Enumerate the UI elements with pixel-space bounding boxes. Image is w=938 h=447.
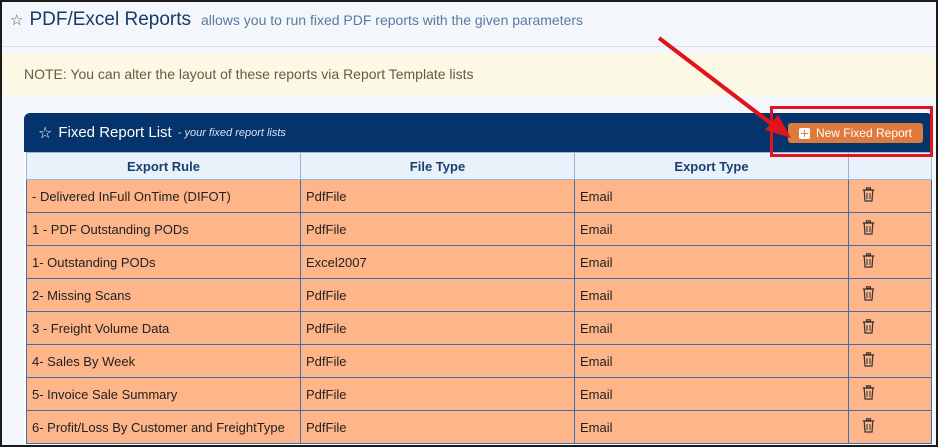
table-row[interactable]: 2- Missing Scans PdfFile Email bbox=[26, 278, 932, 312]
cell-export-rule: 3 - Freight Volume Data bbox=[26, 311, 301, 345]
cell-file-type: PdfFile bbox=[300, 212, 575, 246]
column-header-export-rule[interactable]: Export Rule bbox=[26, 152, 301, 180]
table-row[interactable]: 3 - Freight Volume Data PdfFile Email bbox=[26, 311, 932, 345]
column-header-file-type[interactable]: File Type bbox=[300, 152, 575, 180]
cell-file-type: PdfFile bbox=[300, 344, 575, 378]
table-row[interactable]: 1- Outstanding PODs Excel2007 Email bbox=[26, 245, 932, 279]
trash-icon[interactable] bbox=[862, 385, 875, 403]
cell-file-type: Excel2007 bbox=[300, 245, 575, 279]
page-title: PDF/Excel Reports bbox=[29, 9, 191, 30]
cell-export-type: Email bbox=[574, 212, 849, 246]
table-row[interactable]: - Delivered InFull OnTime (DIFOT) PdfFile… bbox=[26, 179, 932, 213]
page-frame: ☆ PDF/Excel Reports allows you to run fi… bbox=[0, 0, 938, 447]
cell-export-type: Email bbox=[574, 377, 849, 411]
cell-export-rule: 1 - PDF Outstanding PODs bbox=[26, 212, 301, 246]
fixed-report-panel: ☆ Fixed Report List - your fixed report … bbox=[24, 113, 933, 445]
cell-export-rule: 4- Sales By Week bbox=[26, 344, 301, 378]
report-table: Export Rule File Type Export Type - Deli… bbox=[26, 152, 932, 444]
favorite-star-icon[interactable]: ☆ bbox=[10, 11, 23, 29]
cell-file-type: PdfFile bbox=[300, 311, 575, 345]
header-divider bbox=[2, 46, 936, 47]
cell-export-rule: 2- Missing Scans bbox=[26, 278, 301, 312]
cell-actions bbox=[848, 311, 932, 345]
cell-actions bbox=[848, 377, 932, 411]
trash-icon[interactable] bbox=[862, 319, 875, 337]
table-row[interactable]: 5- Invoice Sale Summary PdfFile Email bbox=[26, 377, 932, 411]
trash-icon[interactable] bbox=[862, 187, 875, 205]
cell-export-rule: 5- Invoice Sale Summary bbox=[26, 377, 301, 411]
cell-export-rule: 6- Profit/Loss By Customer and FreightTy… bbox=[26, 410, 301, 444]
cell-export-type: Email bbox=[574, 344, 849, 378]
cell-file-type: PdfFile bbox=[300, 377, 575, 411]
cell-actions bbox=[848, 179, 932, 213]
table-row[interactable]: 1 - PDF Outstanding PODs PdfFile Email bbox=[26, 212, 932, 246]
trash-icon[interactable] bbox=[862, 253, 875, 271]
cell-file-type: PdfFile bbox=[300, 410, 575, 444]
page-header: ☆ PDF/Excel Reports allows you to run fi… bbox=[10, 6, 583, 34]
trash-icon[interactable] bbox=[862, 352, 875, 370]
trash-icon[interactable] bbox=[862, 418, 875, 436]
panel-subtitle: - your fixed report lists bbox=[177, 126, 286, 139]
cell-export-type: Email bbox=[574, 311, 849, 345]
cell-export-type: Email bbox=[574, 179, 849, 213]
cell-export-type: Email bbox=[574, 245, 849, 279]
cell-export-rule: - Delivered InFull OnTime (DIFOT) bbox=[26, 179, 301, 213]
note-banner: NOTE: You can alter the layout of these … bbox=[2, 53, 936, 95]
panel-title: Fixed Report List bbox=[58, 124, 172, 141]
cell-actions bbox=[848, 245, 932, 279]
annotation-highlight-box bbox=[770, 106, 933, 157]
cell-actions bbox=[848, 278, 932, 312]
cell-file-type: PdfFile bbox=[300, 179, 575, 213]
cell-actions bbox=[848, 410, 932, 444]
cell-export-type: Email bbox=[574, 410, 849, 444]
table-row[interactable]: 4- Sales By Week PdfFile Email bbox=[26, 344, 932, 378]
panel-star-icon: ☆ bbox=[38, 124, 53, 142]
cell-file-type: PdfFile bbox=[300, 278, 575, 312]
table-row[interactable]: 6- Profit/Loss By Customer and FreightTy… bbox=[26, 410, 932, 444]
cell-export-rule: 1- Outstanding PODs bbox=[26, 245, 301, 279]
page-subtitle: allows you to run fixed PDF reports with… bbox=[201, 12, 584, 28]
cell-export-type: Email bbox=[574, 278, 849, 312]
trash-icon[interactable] bbox=[862, 286, 875, 304]
cell-actions bbox=[848, 212, 932, 246]
cell-actions bbox=[848, 344, 932, 378]
trash-icon[interactable] bbox=[862, 220, 875, 238]
